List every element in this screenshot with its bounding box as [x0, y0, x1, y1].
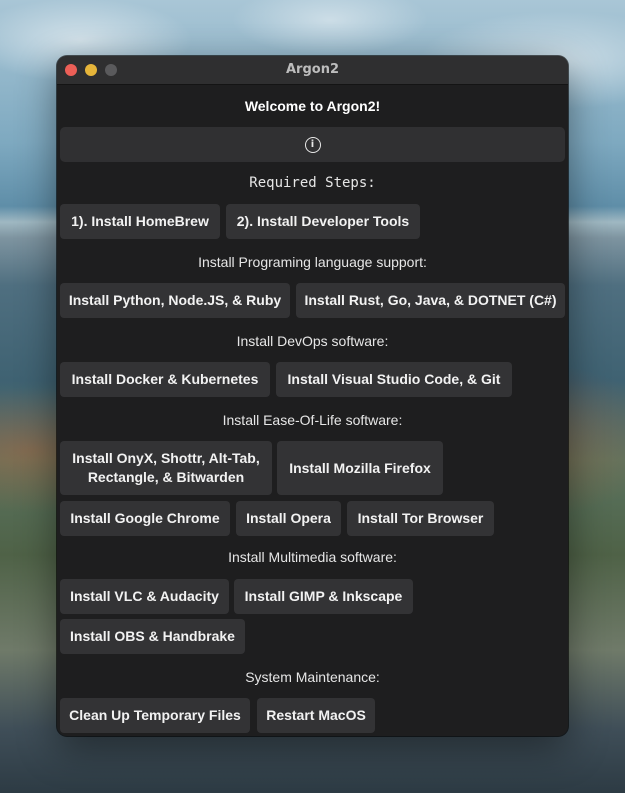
install-onyx-shottr-alttab-rectangle-bitwarden-button[interactable]: Install OnyX, Shottr, Alt-Tab, Rectangle…	[60, 441, 272, 495]
clean-temporary-files-button[interactable]: Clean Up Temporary Files	[60, 698, 250, 733]
language-support-label: Install Programing language support:	[198, 254, 427, 270]
info-icon: i	[304, 136, 321, 153]
system-maintenance-label: System Maintenance:	[245, 669, 380, 685]
window-title: Argon2	[285, 62, 339, 77]
devops-label: Install DevOps software:	[236, 333, 389, 349]
info-button[interactable]: i	[60, 127, 565, 162]
title-bar: Argon2	[57, 56, 568, 85]
install-vscode-git-button[interactable]: Install Visual Studio Code, & Git	[276, 362, 512, 397]
app-window: Argon2 Welcome to Argon2! i Required Ste…	[57, 56, 568, 736]
install-python-node-ruby-button[interactable]: Install Python, Node.JS, & Ruby	[60, 283, 290, 318]
install-opera-button[interactable]: Install Opera	[236, 501, 341, 536]
install-docker-kubernetes-button[interactable]: Install Docker & Kubernetes	[60, 362, 270, 397]
install-obs-handbrake-button[interactable]: Install OBS & Handbrake	[60, 619, 245, 654]
install-rust-go-java-dotnet-button[interactable]: Install Rust, Go, Java, & DOTNET (C#)	[296, 283, 565, 318]
install-gimp-inkscape-button[interactable]: Install GIMP & Inkscape	[234, 579, 413, 614]
install-homebrew-button[interactable]: 1). Install HomeBrew	[60, 204, 220, 239]
multimedia-label: Install Multimedia software:	[228, 549, 397, 565]
ease-of-life-label: Install Ease-Of-Life software:	[222, 412, 403, 428]
install-google-chrome-button[interactable]: Install Google Chrome	[60, 501, 230, 536]
install-tor-browser-button[interactable]: Install Tor Browser	[347, 501, 494, 536]
install-developer-tools-button[interactable]: 2). Install Developer Tools	[226, 204, 420, 239]
required-steps-label: Required Steps:	[249, 175, 376, 191]
install-mozilla-firefox-button[interactable]: Install Mozilla Firefox	[277, 441, 443, 495]
restart-macos-button[interactable]: Restart MacOS	[257, 698, 375, 733]
welcome-heading: Welcome to Argon2!	[244, 98, 381, 114]
install-vlc-audacity-button[interactable]: Install VLC & Audacity	[60, 579, 229, 614]
